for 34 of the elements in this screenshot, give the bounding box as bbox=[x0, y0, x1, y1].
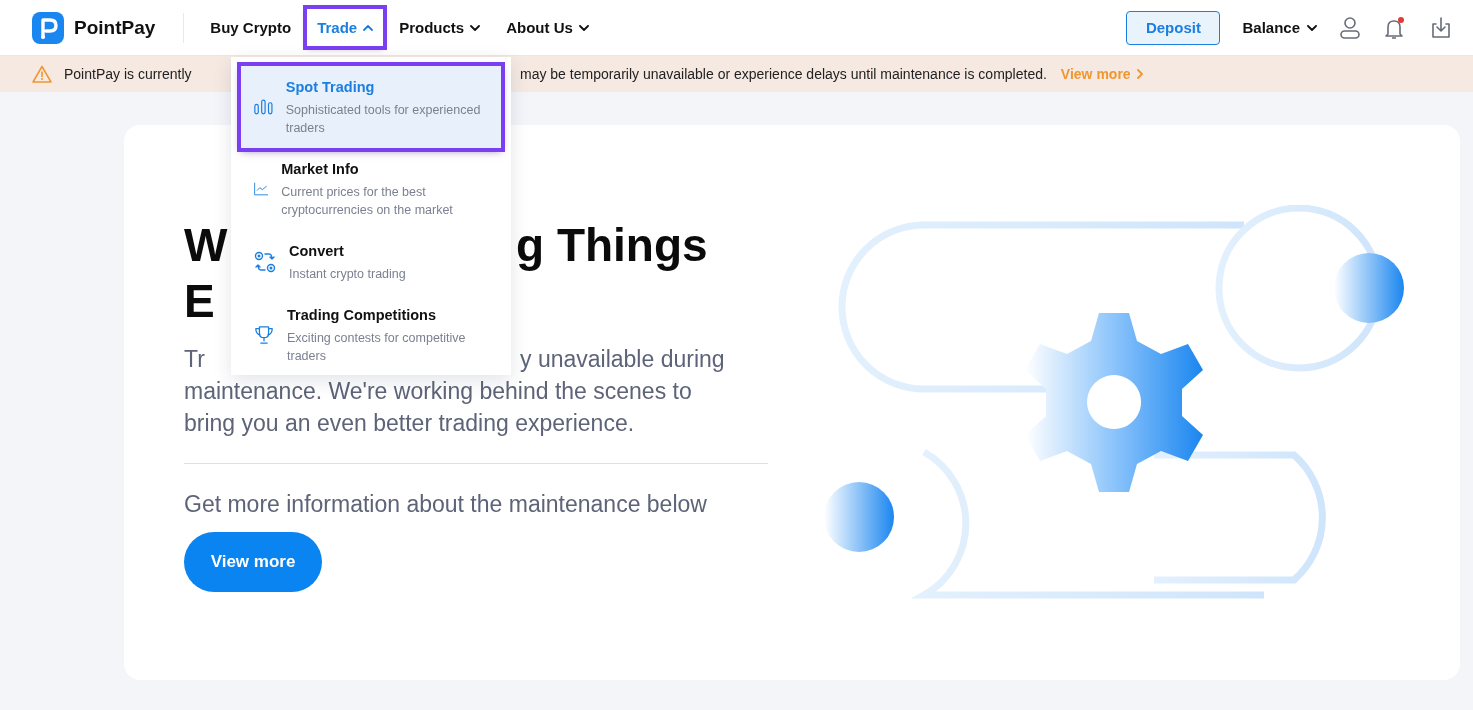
description-text: bring you an even better trading experience. bbox=[184, 410, 635, 436]
description-text: maintenance. We're working behind the scenes to bbox=[184, 378, 692, 404]
nav-item[interactable]: About Us bbox=[496, 9, 599, 46]
caret-icon bbox=[1307, 24, 1317, 31]
heading-text: E bbox=[184, 274, 215, 329]
caret-icon bbox=[470, 24, 481, 31]
info-text: Get more information about the maintenance below bbox=[184, 490, 708, 519]
user-icon[interactable] bbox=[1339, 15, 1361, 40]
balance-dropdown[interactable]: Balance bbox=[1242, 19, 1317, 36]
logo-icon bbox=[32, 11, 64, 44]
banner-text: may be temporarily unavailable or experience delays until maintenance is completed. bbox=[520, 66, 1047, 82]
caret-icon bbox=[578, 24, 589, 31]
view-more-button[interactable]: View more bbox=[184, 532, 322, 592]
deposit-button[interactable]: Deposit bbox=[1126, 10, 1221, 45]
menu-item[interactable]: Trading Competitions Exciting contests for competitive traders bbox=[241, 294, 501, 376]
bell-icon[interactable] bbox=[1383, 15, 1407, 40]
trophy-icon bbox=[254, 324, 274, 346]
menu-item[interactable]: Convert Instant crypto trading bbox=[241, 230, 501, 294]
heading-text: g Things bbox=[516, 218, 708, 273]
logo-text: PointPay bbox=[74, 16, 156, 39]
bar-chart-icon bbox=[254, 98, 273, 116]
menu-item[interactable]: Market Info Current prices for the best cryptocurrencies on the market bbox=[241, 148, 501, 230]
nav-item[interactable]: Buy Crypto bbox=[200, 9, 302, 46]
convert-icon bbox=[254, 251, 276, 273]
heading-text: W bbox=[184, 218, 228, 273]
banner-text: PointPay is currently bbox=[64, 66, 192, 82]
description-text: y unavailable during bbox=[520, 345, 725, 374]
description-text: Tr bbox=[184, 345, 205, 374]
download-icon[interactable] bbox=[1429, 15, 1453, 40]
chevron-right-icon bbox=[1136, 69, 1143, 79]
nav-item[interactable]: Products bbox=[389, 9, 491, 46]
warning-icon bbox=[32, 65, 52, 83]
nav-item[interactable]: Trade bbox=[307, 9, 384, 46]
caret-icon bbox=[363, 24, 374, 31]
